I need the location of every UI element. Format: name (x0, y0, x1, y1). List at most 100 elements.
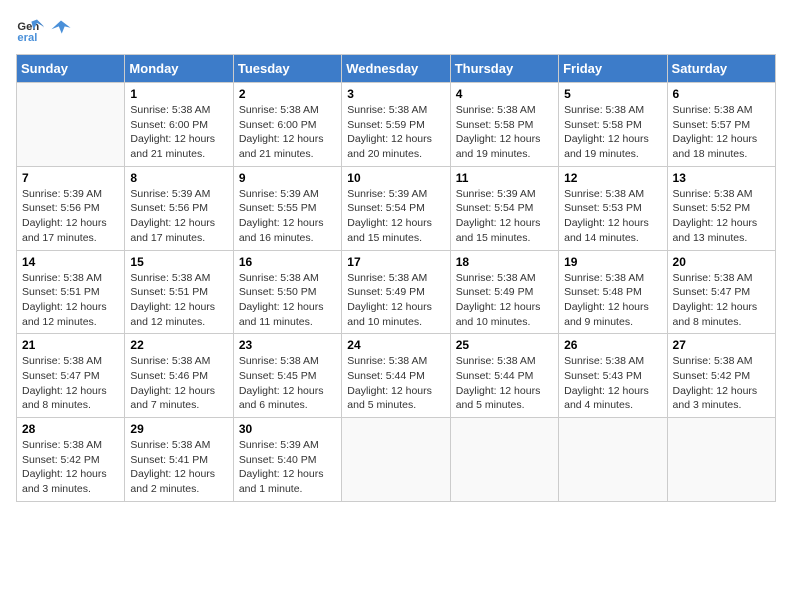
day-number: 16 (239, 255, 336, 269)
calendar-cell: 5 Sunrise: 5:38 AMSunset: 5:58 PMDaylight… (559, 83, 667, 167)
day-info: Sunrise: 5:38 AMSunset: 5:52 PMDaylight:… (673, 187, 770, 246)
calendar-cell: 16 Sunrise: 5:38 AMSunset: 5:50 PMDayligh… (233, 250, 341, 334)
day-info: Sunrise: 5:39 AMSunset: 5:54 PMDaylight:… (456, 187, 553, 246)
calendar-cell: 21 Sunrise: 5:38 AMSunset: 5:47 PMDayligh… (17, 334, 125, 418)
day-info: Sunrise: 5:38 AMSunset: 5:43 PMDaylight:… (564, 354, 661, 413)
day-info: Sunrise: 5:38 AMSunset: 5:57 PMDaylight:… (673, 103, 770, 162)
logo-icon: Gen eral (16, 16, 44, 44)
calendar-cell: 2Sunrise: 5:38 AMSunset: 6:00 PMDaylight… (233, 83, 341, 167)
calendar-week-row: 21 Sunrise: 5:38 AMSunset: 5:47 PMDayligh… (17, 334, 776, 418)
day-number: 5 (564, 87, 661, 101)
calendar-week-row: 14 Sunrise: 5:38 AMSunset: 5:51 PMDayligh… (17, 250, 776, 334)
calendar-header-saturday: Saturday (667, 55, 775, 83)
day-info: Sunrise: 5:38 AMSunset: 5:42 PMDaylight:… (22, 438, 119, 497)
day-info: Sunrise: 5:39 AMSunset: 5:55 PMDaylight:… (239, 187, 336, 246)
calendar-cell: 18 Sunrise: 5:38 AMSunset: 5:49 PMDayligh… (450, 250, 558, 334)
day-info: Sunrise: 5:38 AMSunset: 5:44 PMDaylight:… (347, 354, 444, 413)
calendar-cell (17, 83, 125, 167)
calendar-header-friday: Friday (559, 55, 667, 83)
logo-bird-icon (50, 19, 72, 41)
day-number: 10 (347, 171, 444, 185)
calendar-cell (667, 418, 775, 502)
calendar-table: SundayMondayTuesdayWednesdayThursdayFrid… (16, 54, 776, 502)
day-info: Sunrise: 5:39 AMSunset: 5:56 PMDaylight:… (22, 187, 119, 246)
day-number: 17 (347, 255, 444, 269)
day-number: 1 (130, 87, 227, 101)
day-info: Sunrise: 5:38 AMSunset: 5:50 PMDaylight:… (239, 271, 336, 330)
calendar-cell: 1 Sunrise: 5:38 AMSunset: 6:00 PMDaylight… (125, 83, 233, 167)
day-number: 13 (673, 171, 770, 185)
calendar-cell: 3 Sunrise: 5:38 AMSunset: 5:59 PMDaylight… (342, 83, 450, 167)
calendar-cell: 7 Sunrise: 5:39 AMSunset: 5:56 PMDaylight… (17, 166, 125, 250)
calendar-cell: 24 Sunrise: 5:38 AMSunset: 5:44 PMDayligh… (342, 334, 450, 418)
day-info: Sunrise: 5:38 AMSunset: 5:47 PMDaylight:… (22, 354, 119, 413)
day-number: 19 (564, 255, 661, 269)
day-number: 18 (456, 255, 553, 269)
day-info: Sunrise: 5:38 AMSunset: 5:41 PMDaylight:… (130, 438, 227, 497)
day-info: Sunrise: 5:38 AMSunset: 6:00 PMDaylight:… (130, 103, 227, 162)
logo: Gen eral (16, 16, 72, 44)
calendar-cell: 17Sunrise: 5:38 AMSunset: 5:49 PMDayligh… (342, 250, 450, 334)
calendar-cell (450, 418, 558, 502)
calendar-cell: 11 Sunrise: 5:39 AMSunset: 5:54 PMDayligh… (450, 166, 558, 250)
day-number: 15 (130, 255, 227, 269)
calendar-cell: 27 Sunrise: 5:38 AMSunset: 5:42 PMDayligh… (667, 334, 775, 418)
calendar-cell: 12Sunrise: 5:38 AMSunset: 5:53 PMDayligh… (559, 166, 667, 250)
calendar-week-row: 1 Sunrise: 5:38 AMSunset: 6:00 PMDaylight… (17, 83, 776, 167)
day-info: Sunrise: 5:38 AMSunset: 5:51 PMDaylight:… (22, 271, 119, 330)
calendar-cell (342, 418, 450, 502)
calendar-cell: 14 Sunrise: 5:38 AMSunset: 5:51 PMDayligh… (17, 250, 125, 334)
calendar-cell: 22Sunrise: 5:38 AMSunset: 5:46 PMDayligh… (125, 334, 233, 418)
calendar-cell: 29 Sunrise: 5:38 AMSunset: 5:41 PMDayligh… (125, 418, 233, 502)
day-info: Sunrise: 5:38 AMSunset: 5:59 PMDaylight:… (347, 103, 444, 162)
day-info: Sunrise: 5:38 AMSunset: 5:58 PMDaylight:… (564, 103, 661, 162)
calendar-cell: 15 Sunrise: 5:38 AMSunset: 5:51 PMDayligh… (125, 250, 233, 334)
calendar-header-wednesday: Wednesday (342, 55, 450, 83)
day-info: Sunrise: 5:38 AMSunset: 5:44 PMDaylight:… (456, 354, 553, 413)
calendar-header-tuesday: Tuesday (233, 55, 341, 83)
calendar-header-thursday: Thursday (450, 55, 558, 83)
day-info: Sunrise: 5:38 AMSunset: 5:48 PMDaylight:… (564, 271, 661, 330)
day-number: 12 (564, 171, 661, 185)
calendar-header-row: SundayMondayTuesdayWednesdayThursdayFrid… (17, 55, 776, 83)
calendar-cell: 6 Sunrise: 5:38 AMSunset: 5:57 PMDaylight… (667, 83, 775, 167)
calendar-week-row: 7 Sunrise: 5:39 AMSunset: 5:56 PMDaylight… (17, 166, 776, 250)
calendar-header-sunday: Sunday (17, 55, 125, 83)
day-number: 27 (673, 338, 770, 352)
calendar-header-monday: Monday (125, 55, 233, 83)
day-number: 11 (456, 171, 553, 185)
day-number: 29 (130, 422, 227, 436)
day-number: 24 (347, 338, 444, 352)
day-number: 3 (347, 87, 444, 101)
page-header: Gen eral (16, 16, 776, 44)
day-number: 30 (239, 422, 336, 436)
calendar-cell: 4Sunrise: 5:38 AMSunset: 5:58 PMDaylight… (450, 83, 558, 167)
day-number: 14 (22, 255, 119, 269)
calendar-cell: 8Sunrise: 5:39 AMSunset: 5:56 PMDaylight… (125, 166, 233, 250)
day-info: Sunrise: 5:38 AMSunset: 5:58 PMDaylight:… (456, 103, 553, 162)
day-info: Sunrise: 5:39 AMSunset: 5:40 PMDaylight:… (239, 438, 336, 497)
day-number: 7 (22, 171, 119, 185)
day-number: 6 (673, 87, 770, 101)
calendar-cell: 10 Sunrise: 5:39 AMSunset: 5:54 PMDayligh… (342, 166, 450, 250)
day-number: 8 (130, 171, 227, 185)
calendar-cell: 28 Sunrise: 5:38 AMSunset: 5:42 PMDayligh… (17, 418, 125, 502)
day-info: Sunrise: 5:38 AMSunset: 5:47 PMDaylight:… (673, 271, 770, 330)
calendar-cell: 23Sunrise: 5:38 AMSunset: 5:45 PMDayligh… (233, 334, 341, 418)
day-number: 28 (22, 422, 119, 436)
calendar-cell: 26 Sunrise: 5:38 AMSunset: 5:43 PMDayligh… (559, 334, 667, 418)
day-number: 2 (239, 87, 336, 101)
day-number: 23 (239, 338, 336, 352)
calendar-cell: 13 Sunrise: 5:38 AMSunset: 5:52 PMDayligh… (667, 166, 775, 250)
day-number: 20 (673, 255, 770, 269)
day-info: Sunrise: 5:38 AMSunset: 5:51 PMDaylight:… (130, 271, 227, 330)
day-number: 9 (239, 171, 336, 185)
day-number: 21 (22, 338, 119, 352)
day-info: Sunrise: 5:38 AMSunset: 5:42 PMDaylight:… (673, 354, 770, 413)
calendar-cell: 19 Sunrise: 5:38 AMSunset: 5:48 PMDayligh… (559, 250, 667, 334)
day-info: Sunrise: 5:38 AMSunset: 5:49 PMDaylight:… (456, 271, 553, 330)
day-info: Sunrise: 5:39 AMSunset: 5:54 PMDaylight:… (347, 187, 444, 246)
day-number: 26 (564, 338, 661, 352)
day-number: 22 (130, 338, 227, 352)
calendar-cell: 30 Sunrise: 5:39 AMSunset: 5:40 PMDayligh… (233, 418, 341, 502)
